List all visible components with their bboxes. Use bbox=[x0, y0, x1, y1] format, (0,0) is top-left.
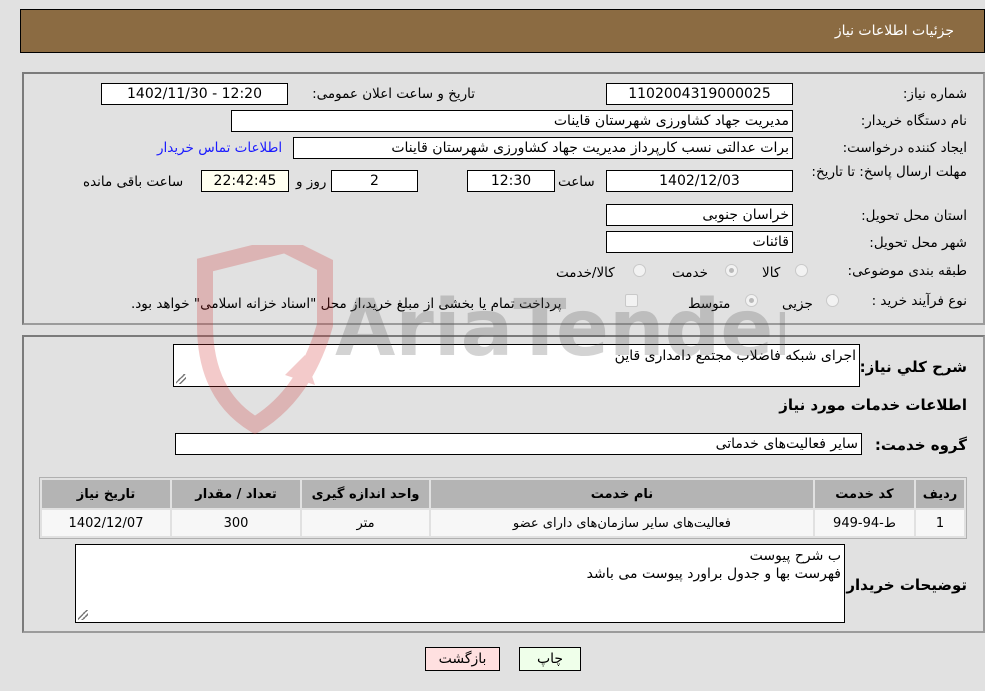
summary-text: اجرای شبکه فاضلاب مجتمع دامداری قاین bbox=[614, 348, 856, 364]
cell-unit: متر bbox=[302, 510, 429, 536]
buyer-org-label: نام دستگاه خریدار: bbox=[860, 113, 967, 129]
creator-label: ایجاد کننده درخواست: bbox=[842, 140, 967, 156]
col-header-row-number: ردیف bbox=[915, 480, 964, 508]
remaining-time-field: 22:42:45 bbox=[201, 170, 289, 192]
cell-service-code: ط-94-949 bbox=[814, 510, 914, 536]
announce-label: تاریخ و ساعت اعلان عمومی: bbox=[312, 86, 475, 102]
category-radio-goods[interactable] bbox=[795, 264, 808, 277]
buyer-notes-label: توضیحات خریدار: bbox=[840, 576, 967, 594]
services-section-title: اطلاعات خدمات مورد نیاز bbox=[779, 396, 967, 414]
category-option-goods: کالا bbox=[762, 265, 781, 281]
back-button[interactable]: بازگشت bbox=[425, 647, 500, 671]
buyer-notes-line-2: فهرست بها و جدول براورد پیوست می باشد bbox=[586, 566, 841, 582]
province-field: خراسان جنوبی bbox=[606, 204, 793, 226]
cell-quantity: 300 bbox=[172, 510, 301, 536]
cell-row-number: 1 bbox=[915, 510, 964, 536]
creator-field: برات عدالتی نسب کارپرداز مدیریت جهاد کشا… bbox=[293, 137, 793, 159]
need-number-field: 1102004319000025 bbox=[606, 83, 793, 105]
category-label: طبقه بندی موضوعی: bbox=[847, 263, 967, 279]
table-row: 1 ط-94-949 فعالیت‌های سایر سازمان‌های دا… bbox=[42, 510, 964, 536]
remaining-time-label: ساعت باقی مانده bbox=[83, 174, 184, 190]
cell-need-date: 1402/12/07 bbox=[42, 510, 171, 536]
col-header-service-name: نام خدمت bbox=[430, 480, 813, 508]
process-label: نوع فرآیند خرید : bbox=[871, 293, 967, 309]
col-header-quantity: تعداد / مقدار bbox=[172, 480, 301, 508]
buyer-notes-line-1: ب شرح پیوست bbox=[749, 548, 841, 564]
treasury-note: پرداخت تمام یا بخشی از مبلغ خرید،از محل … bbox=[131, 296, 562, 312]
city-label: شهر محل تحویل: bbox=[869, 235, 967, 251]
resize-grip-icon[interactable] bbox=[78, 610, 88, 620]
cell-service-name: فعالیت‌های سایر سازمان‌های دارای عضو bbox=[430, 510, 813, 536]
page-title: جزئیات اطلاعات نیاز bbox=[834, 23, 954, 39]
col-header-service-code: کد خدمت bbox=[814, 480, 914, 508]
days-label: روز و bbox=[296, 174, 327, 190]
deadline-label: مهلت ارسال پاسخ: تا تاریخ: bbox=[811, 164, 967, 180]
summary-textarea[interactable]: اجرای شبکه فاضلاب مجتمع دامداری قاین bbox=[173, 344, 860, 387]
page-header: جزئیات اطلاعات نیاز bbox=[20, 9, 985, 53]
col-header-unit: واحد اندازه گیری bbox=[302, 480, 429, 508]
summary-label: شرح کلي نیاز: bbox=[859, 358, 967, 376]
process-option-partial: جزیی bbox=[782, 296, 813, 312]
deadline-time-field: 12:30 bbox=[467, 170, 555, 192]
process-radio-partial[interactable] bbox=[826, 294, 839, 307]
treasury-checkbox[interactable] bbox=[625, 294, 638, 307]
deadline-date-field: 1402/12/03 bbox=[606, 170, 793, 192]
need-number-label: شماره نیاز: bbox=[902, 86, 967, 102]
buyer-contact-link[interactable]: اطلاعات تماس خریدار bbox=[157, 140, 282, 156]
print-button[interactable]: چاپ bbox=[519, 647, 581, 671]
process-radio-medium[interactable] bbox=[745, 294, 758, 307]
col-header-need-date: تاریخ نیاز bbox=[42, 480, 171, 508]
process-option-medium: متوسط bbox=[688, 296, 731, 312]
service-group-field: سایر فعالیت‌های خدماتی bbox=[175, 433, 862, 455]
city-field: قائنات bbox=[606, 231, 793, 253]
category-option-goods-service: کالا/خدمت bbox=[556, 265, 615, 281]
resize-grip-icon[interactable] bbox=[176, 374, 186, 384]
service-group-label: گروه خدمت: bbox=[874, 436, 967, 454]
province-label: استان محل تحویل: bbox=[861, 208, 967, 224]
category-option-service: خدمت bbox=[672, 265, 708, 281]
days-remaining-field: 2 bbox=[331, 170, 418, 192]
deadline-time-label: ساعت bbox=[558, 174, 595, 190]
services-table: ردیف کد خدمت نام خدمت واحد اندازه گیری ت… bbox=[39, 477, 967, 539]
table-header-row: ردیف کد خدمت نام خدمت واحد اندازه گیری ت… bbox=[42, 480, 964, 508]
buyer-notes-textarea[interactable]: ب شرح پیوست فهرست بها و جدول براورد پیوس… bbox=[75, 544, 845, 623]
category-radio-goods-service[interactable] bbox=[633, 264, 646, 277]
announce-datetime-field: 1402/11/30 - 12:20 bbox=[101, 83, 288, 105]
buyer-org-field: مدیریت جهاد کشاورزی شهرستان قاینات bbox=[231, 110, 793, 132]
category-radio-service[interactable] bbox=[725, 264, 738, 277]
